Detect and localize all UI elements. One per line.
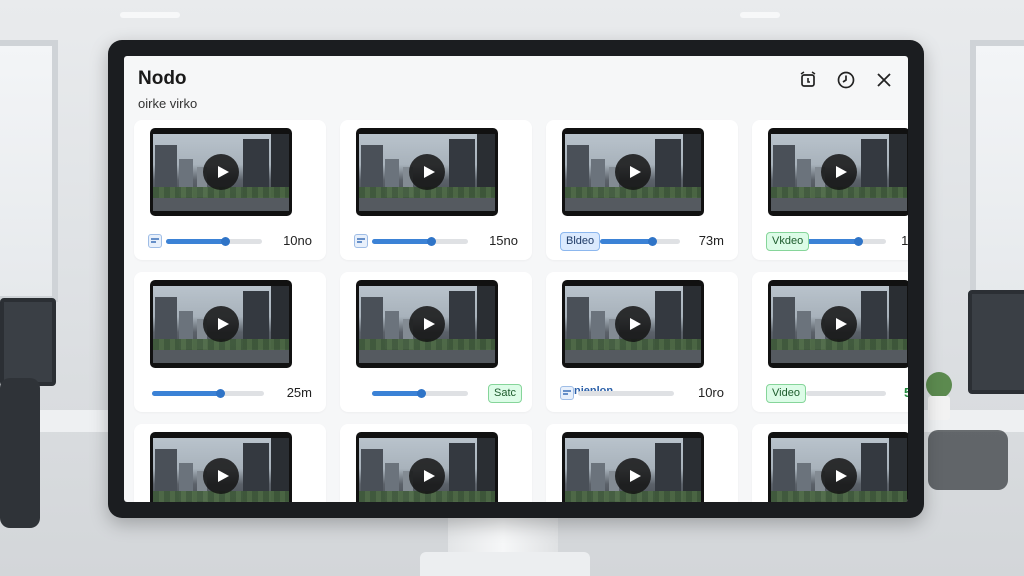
play-icon[interactable] — [615, 154, 651, 190]
video-card[interactable]: nienlon10ro — [546, 272, 738, 412]
background-chair — [928, 430, 1008, 490]
play-icon[interactable] — [409, 458, 445, 494]
video-thumbnail[interactable] — [562, 128, 704, 216]
play-icon[interactable] — [203, 154, 239, 190]
progress-fill — [372, 389, 426, 398]
background-plant-pot — [928, 396, 950, 420]
video-duration: 15no — [901, 233, 908, 248]
video-duration: 10ro — [697, 385, 724, 400]
progress-slider[interactable] — [806, 391, 886, 396]
progress-fill — [806, 237, 863, 246]
video-card[interactable]: Bldeo 73m — [546, 120, 738, 260]
video-tag[interactable]: Satc — [487, 384, 522, 403]
progress-slider[interactable] — [166, 237, 262, 246]
video-meta: 25m — [148, 382, 316, 404]
video-tag[interactable]: Bldeo — [560, 232, 601, 251]
progress-slider[interactable] — [152, 389, 264, 398]
video-card[interactable]: Dirleo2'ho — [752, 424, 908, 502]
video-duration: 15no — [489, 233, 518, 248]
video-thumbnail[interactable] — [150, 280, 292, 368]
progress-slider[interactable] — [372, 389, 468, 398]
video-card[interactable]: 18m — [546, 424, 738, 502]
background-chair — [0, 378, 40, 528]
video-duration: 25m — [286, 385, 312, 400]
play-icon[interactable] — [615, 458, 651, 494]
video-grid: 10no 15no Bldeo 73m Vkdeo 15no 25m Satc nienlon1… — [134, 120, 908, 502]
background-window-right — [970, 40, 1024, 302]
video-card[interactable]: 10no — [134, 120, 326, 260]
video-card[interactable]: 25m — [134, 272, 326, 412]
header-actions — [796, 68, 896, 92]
background-window-left — [0, 40, 58, 302]
video-card[interactable]: Video 50m — [752, 272, 908, 412]
clock-icon[interactable] — [834, 68, 858, 92]
progress-slider[interactable] — [578, 391, 674, 396]
progress-slider[interactable] — [600, 237, 680, 246]
play-icon[interactable] — [203, 306, 239, 342]
video-duration: 10no — [283, 233, 312, 248]
app-window: Nodo oirke virko 10no 15no Bldeo 73m Vkdeo 15… — [124, 56, 908, 502]
play-icon[interactable] — [615, 306, 651, 342]
video-card[interactable]: 15no — [340, 120, 532, 260]
background-plant — [926, 372, 952, 398]
play-icon[interactable] — [203, 458, 239, 494]
play-icon[interactable] — [821, 154, 857, 190]
video-meta: Video 50m — [766, 382, 908, 404]
background-monitor — [968, 290, 1024, 394]
video-meta: nienlon10ro — [560, 382, 728, 404]
alarm-clock-icon[interactable] — [796, 68, 820, 92]
video-thumbnail[interactable] — [768, 432, 908, 502]
video-meta: 15no — [354, 230, 522, 252]
play-icon[interactable] — [409, 306, 445, 342]
video-duration: 73m — [698, 233, 724, 248]
video-meta: Bldeo 73m — [560, 230, 728, 252]
monitor-bezel: Nodo oirke virko 10no 15no Bldeo 73m Vkdeo 15… — [108, 40, 924, 518]
progress-fill — [600, 237, 657, 246]
video-card[interactable]: 36ro — [340, 424, 532, 502]
video-thumbnail[interactable] — [150, 128, 292, 216]
video-thumbnail[interactable] — [562, 432, 704, 502]
video-card[interactable]: Satc — [340, 272, 532, 412]
video-thumbnail[interactable] — [768, 280, 908, 368]
video-thumbnail[interactable] — [356, 128, 498, 216]
background-monitor — [0, 298, 56, 386]
video-thumbnail[interactable] — [768, 128, 908, 216]
video-card[interactable]: 75m — [134, 424, 326, 502]
app-subtitle: oirke virko — [138, 96, 198, 111]
play-icon[interactable] — [821, 458, 857, 494]
play-icon[interactable] — [409, 154, 445, 190]
caption-icon[interactable] — [560, 386, 574, 400]
video-meta: 10no — [148, 230, 316, 252]
video-duration: 50m — [903, 385, 908, 400]
video-meta: Satc — [354, 382, 522, 404]
monitor-stand-base — [420, 552, 590, 576]
progress-slider[interactable] — [806, 237, 886, 246]
app-header: Nodo oirke virko — [138, 68, 197, 111]
video-card[interactable]: Vkdeo 15no — [752, 120, 908, 260]
progress-fill — [152, 389, 226, 398]
video-thumbnail[interactable] — [562, 280, 704, 368]
caption-icon[interactable] — [354, 234, 368, 248]
close-icon[interactable] — [872, 68, 896, 92]
caption-icon[interactable] — [148, 234, 162, 248]
video-thumbnail[interactable] — [356, 280, 498, 368]
progress-slider[interactable] — [372, 237, 468, 246]
ceiling-light — [120, 12, 180, 18]
progress-fill — [166, 237, 230, 246]
play-icon[interactable] — [821, 306, 857, 342]
video-tag[interactable]: Vkdeo — [766, 232, 810, 251]
ceiling-light — [740, 12, 780, 18]
video-thumbnail[interactable] — [356, 432, 498, 502]
progress-fill — [372, 237, 436, 246]
video-tag[interactable]: Video — [766, 384, 806, 403]
app-title: Nodo — [138, 68, 187, 89]
video-thumbnail[interactable] — [150, 432, 292, 502]
video-meta: Vkdeo 15no — [766, 230, 908, 252]
